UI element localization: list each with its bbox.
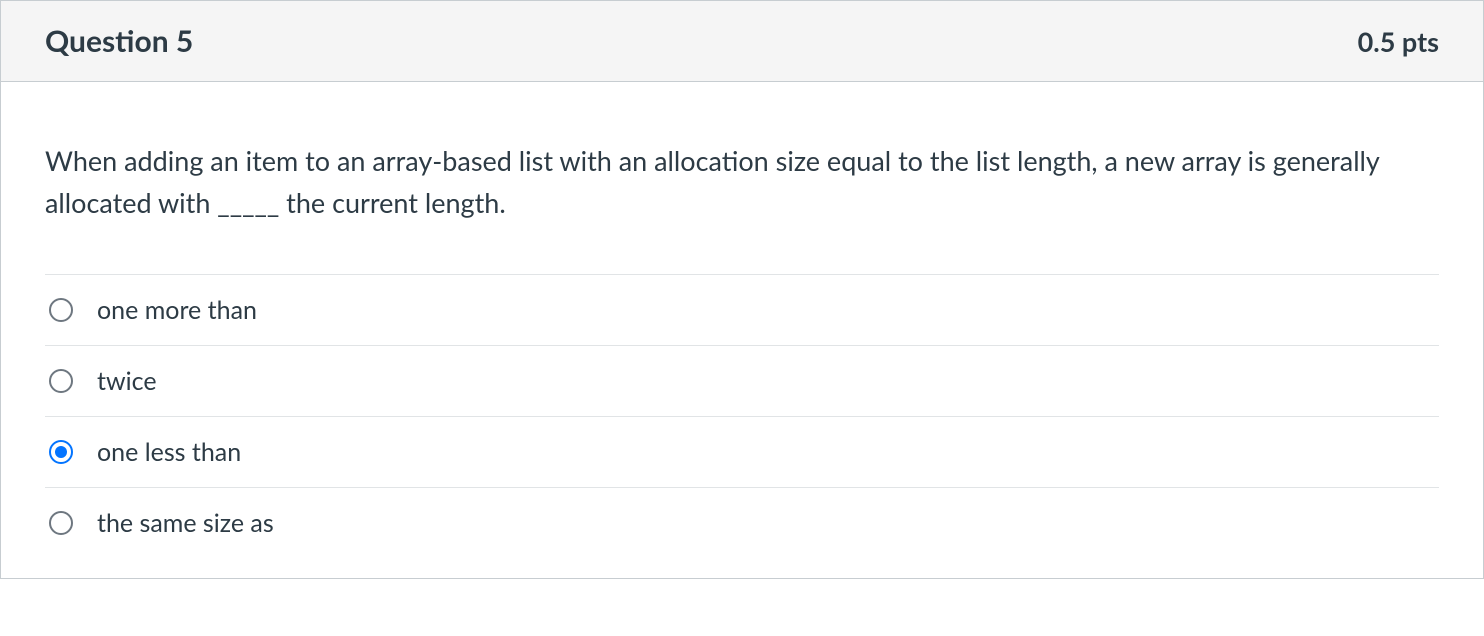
answer-label: one more than: [97, 295, 257, 325]
answer-label: the same size as: [97, 508, 274, 538]
question-header: Question 5 0.5 pts: [1, 0, 1483, 82]
answer-label: twice: [97, 366, 157, 396]
question-card: Question 5 0.5 pts When adding an item t…: [0, 0, 1484, 579]
answer-option[interactable]: twice: [45, 345, 1439, 416]
question-text: When adding an item to an array-based li…: [45, 140, 1439, 224]
answer-option[interactable]: one more than: [45, 274, 1439, 345]
radio-icon[interactable]: [49, 440, 73, 464]
question-points: 0.5 pts: [1358, 25, 1439, 58]
radio-icon[interactable]: [49, 369, 73, 393]
answers-list: one more than twice one less than the sa…: [45, 274, 1439, 558]
answer-label: one less than: [97, 437, 241, 467]
radio-icon[interactable]: [49, 511, 73, 535]
answer-option[interactable]: one less than: [45, 416, 1439, 487]
radio-icon[interactable]: [49, 298, 73, 322]
question-title: Question 5: [45, 23, 193, 59]
question-body: When adding an item to an array-based li…: [1, 82, 1483, 578]
answer-option[interactable]: the same size as: [45, 487, 1439, 558]
